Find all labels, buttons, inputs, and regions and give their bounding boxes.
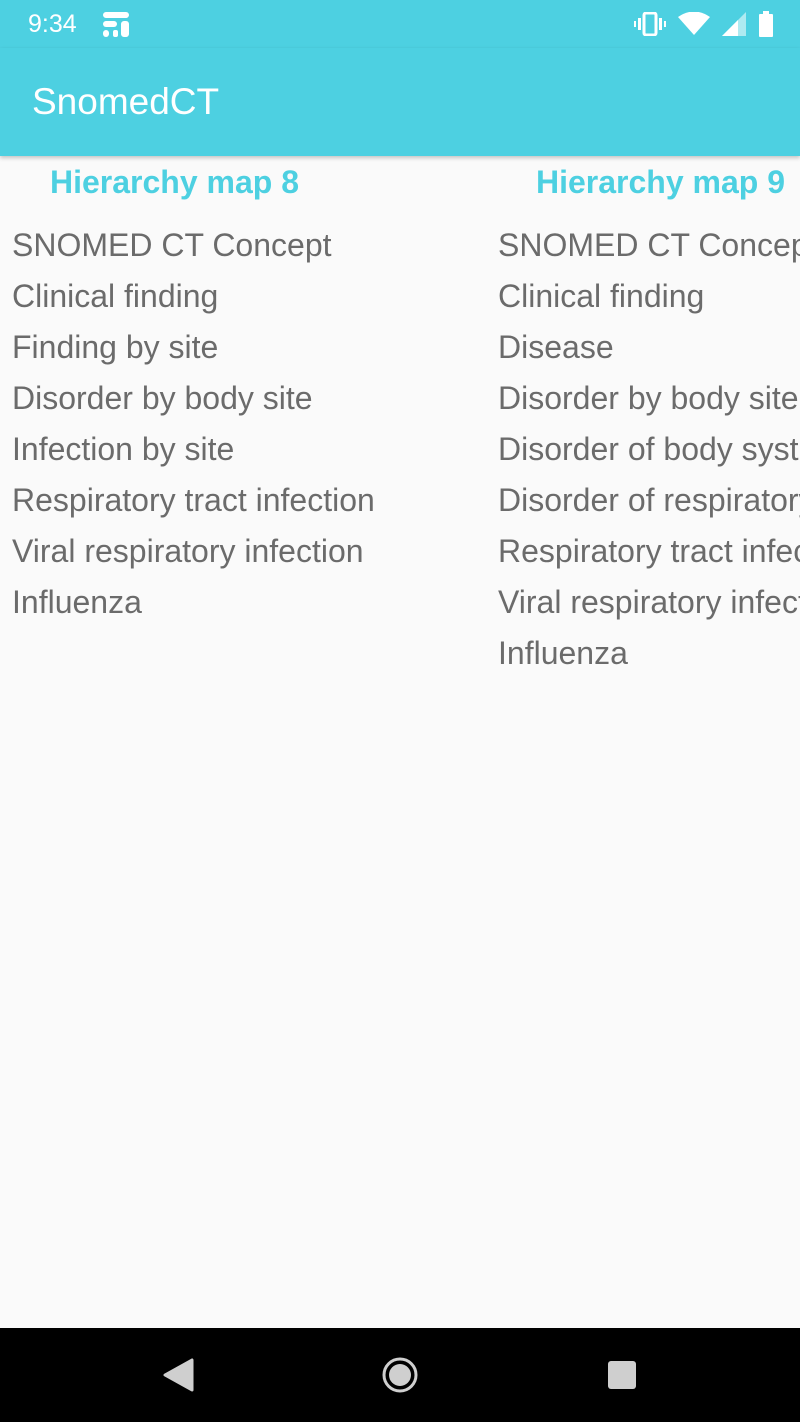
recents-button[interactable] [594, 1328, 650, 1422]
hierarchy-list: SNOMED CT Concept Clinical finding Disea… [498, 220, 800, 679]
screen: 9:34 SnomedCT Hierarchy map 8 SNOMED CT … [0, 0, 800, 1422]
hierarchy-item: Influenza [498, 635, 628, 671]
hierarchy-maps-container[interactable]: Hierarchy map 8 SNOMED CT Concept Clinic… [0, 156, 800, 1328]
hierarchy-item: SNOMED CT Concept [498, 227, 800, 263]
wifi-icon [678, 12, 710, 35]
hierarchy-item: Disorder of respiratory system [498, 482, 800, 518]
hierarchy-item: Influenza [12, 584, 142, 620]
app-bar: SnomedCT [0, 48, 800, 156]
fi-network-icon [103, 12, 129, 37]
battery-icon [759, 11, 773, 37]
back-button[interactable] [150, 1328, 206, 1422]
hierarchy-item: Clinical finding [498, 278, 705, 314]
hierarchy-item: Respiratory tract infection [12, 482, 375, 518]
hierarchy-item: Respiratory tract infection [498, 533, 800, 569]
status-icons [634, 10, 774, 38]
hierarchy-item: Disorder by body site [12, 380, 313, 416]
status-bar: 9:34 [0, 0, 800, 48]
vibrate-icon [634, 12, 666, 36]
hierarchy-item: Viral respiratory infection [498, 584, 800, 620]
app-title: SnomedCT [32, 81, 220, 122]
hierarchy-item: SNOMED CT Concept [12, 227, 332, 263]
hierarchy-item: Disorder by body site [498, 380, 799, 416]
hierarchy-item: Finding by site [12, 329, 219, 365]
back-icon [163, 1358, 194, 1392]
cell-signal-icon [722, 12, 746, 36]
hierarchy-item: Clinical finding [12, 278, 219, 314]
home-icon [382, 1357, 418, 1393]
hierarchy-item: Infection by site [12, 431, 235, 467]
home-button[interactable] [372, 1328, 428, 1422]
navigation-bar [0, 1328, 800, 1422]
hierarchy-item: Viral respiratory infection [12, 533, 364, 569]
hierarchy-list: SNOMED CT Concept Clinical finding Findi… [12, 220, 375, 628]
hierarchy-item: Disease [498, 329, 614, 365]
status-time: 9:34 [28, 10, 77, 38]
recents-icon [608, 1361, 636, 1389]
hierarchy-map-title: Hierarchy map 9 [536, 164, 786, 200]
hierarchy-item: Disorder of body system [498, 431, 800, 467]
hierarchy-map-title: Hierarchy map 8 [50, 164, 300, 200]
